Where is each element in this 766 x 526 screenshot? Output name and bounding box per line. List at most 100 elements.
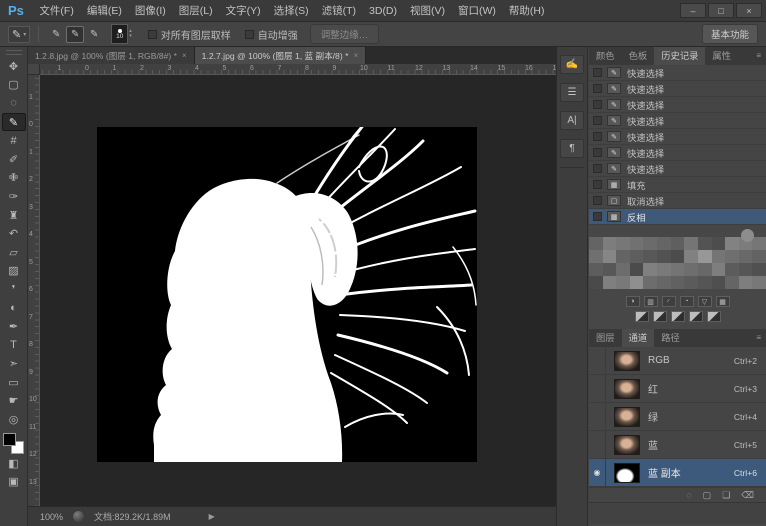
selection-mode-button[interactable]: ✎ — [85, 26, 103, 43]
quick-mask-button[interactable]: ◧ — [2, 454, 26, 473]
adjustment-icon[interactable]: ◜ — [662, 296, 676, 307]
history-state-row[interactable]: ✎ 快速选择 — [589, 129, 766, 145]
workspace-switcher-button[interactable]: 基本功能 — [702, 24, 758, 44]
selection-mode-button[interactable]: ✎ — [66, 26, 84, 43]
option-checkbox[interactable]: 自动增强 — [245, 27, 298, 42]
adjustment-icon[interactable]: ◑ — [626, 296, 640, 307]
history-state-row[interactable]: ✎ 快速选择 — [589, 161, 766, 177]
close-icon[interactable]: × — [182, 51, 187, 60]
tool-button[interactable]: ✒ — [2, 317, 26, 336]
adjustment-icon[interactable]: ▽ — [698, 296, 712, 307]
dock-panel-icon[interactable]: A| — [560, 111, 584, 130]
close-button[interactable]: × — [736, 3, 762, 18]
menu-item[interactable]: 窗口(W) — [452, 0, 503, 22]
tool-button[interactable]: ➣ — [2, 355, 26, 374]
history-state-row[interactable]: ✎ 快速选择 — [589, 97, 766, 113]
refine-edge-button[interactable]: 调整边缘… — [310, 24, 380, 44]
channel-footer-button[interactable]: ⌫ — [741, 490, 754, 501]
document-image-mask[interactable] — [97, 127, 477, 462]
menu-item[interactable]: 文件(F) — [33, 0, 80, 22]
tool-button[interactable]: ♜ — [2, 206, 26, 225]
tool-button[interactable]: ◐ — [2, 299, 26, 318]
status-sphere-icon[interactable] — [73, 511, 84, 522]
channel-row[interactable]: ◉ RGB Ctrl+2 — [589, 347, 766, 375]
channel-row[interactable]: ◉ 绿 Ctrl+4 — [589, 403, 766, 431]
history-state-row[interactable]: ▦ 填充 — [589, 177, 766, 193]
history-source-checkbox[interactable] — [593, 148, 602, 157]
brush-size-picker[interactable]: 10 ▴ ▾ — [111, 24, 132, 44]
history-state-row[interactable]: ▢ 取消选择 — [589, 193, 766, 209]
tool-button[interactable]: ✑ — [2, 187, 26, 206]
visibility-toggle[interactable]: ◉ — [589, 375, 606, 402]
menu-item[interactable]: 图像(I) — [128, 0, 172, 22]
toolbar-grip[interactable] — [6, 50, 22, 55]
tool-preset-dropdown[interactable]: ✎ ▾ — [8, 26, 30, 43]
history-source-checkbox[interactable] — [593, 212, 602, 221]
selection-mode-button[interactable]: ✎ — [47, 26, 65, 43]
visibility-toggle[interactable]: ◉ — [589, 431, 606, 458]
channel-footer-button[interactable]: ◌ — [686, 490, 691, 500]
panel-tab[interactable]: 属性 — [705, 47, 738, 65]
canvas-area[interactable] — [40, 75, 556, 506]
channel-footer-button[interactable]: ▢ — [703, 490, 712, 501]
visibility-toggle[interactable]: ◉ — [589, 403, 606, 430]
tool-button[interactable]: ✐ — [2, 150, 26, 169]
history-source-checkbox[interactable] — [593, 84, 602, 93]
screen-mode-button[interactable]: ▣ — [2, 472, 26, 491]
adjustment-preset-icon[interactable] — [635, 311, 649, 322]
dock-panel-icon[interactable]: ✍ — [560, 55, 584, 74]
document-tab[interactable]: 1.2.8.jpg @ 100% (图层 1, RGB/8#) * × — [28, 47, 195, 64]
history-state-row[interactable]: ▩ 反相 — [589, 209, 766, 225]
status-menu-arrow-icon[interactable]: ▶ — [209, 512, 215, 521]
menu-item[interactable]: 文字(Y) — [219, 0, 267, 22]
history-source-checkbox[interactable] — [593, 100, 602, 109]
tool-button[interactable]: ✙ — [2, 169, 26, 188]
visibility-toggle[interactable]: ◉ — [589, 347, 606, 374]
tool-button[interactable]: ❜ — [2, 280, 26, 299]
history-state-row[interactable]: ✎ 快速选择 — [589, 145, 766, 161]
option-checkbox[interactable]: 对所有图层取样 — [148, 27, 231, 42]
visibility-toggle[interactable]: ◉ — [589, 459, 606, 486]
close-icon[interactable]: × — [353, 51, 358, 60]
document-tab[interactable]: 1.2.7.jpg @ 100% (图层 1, 蓝 副本/8) * × — [195, 47, 366, 64]
tool-button[interactable]: ▢ — [2, 76, 26, 95]
maximize-button[interactable]: □ — [708, 3, 734, 18]
menu-item[interactable]: 图层(L) — [172, 0, 219, 22]
panel-tab[interactable]: 图层 — [589, 329, 622, 347]
tool-button[interactable]: T — [2, 336, 26, 355]
dock-panel-icon[interactable]: ☰ — [560, 83, 584, 102]
menu-item[interactable]: 视图(V) — [404, 0, 452, 22]
tool-button[interactable]: ◎ — [2, 410, 26, 429]
menu-item[interactable]: 编辑(E) — [80, 0, 128, 22]
menu-item[interactable]: 滤镜(T) — [315, 0, 362, 22]
tool-button[interactable]: ◌ — [2, 94, 26, 113]
adjustment-preset-icon[interactable] — [671, 311, 685, 322]
menu-item[interactable]: 选择(S) — [267, 0, 315, 22]
channel-row[interactable]: ◉ 红 Ctrl+3 — [589, 375, 766, 403]
history-state-row[interactable]: ✎ 快速选择 — [589, 113, 766, 129]
menu-item[interactable]: 3D(D) — [363, 0, 404, 22]
adjustment-icon[interactable]: ▥ — [644, 296, 658, 307]
history-source-checkbox[interactable] — [593, 196, 602, 205]
tool-button[interactable]: ▨ — [2, 262, 26, 281]
tool-button[interactable]: ✥ — [2, 57, 26, 76]
tool-button[interactable]: ▭ — [2, 373, 26, 392]
brush-size-spinner[interactable]: ▴ ▾ — [129, 29, 132, 39]
channel-row[interactable]: ◉ 蓝 Ctrl+5 — [589, 431, 766, 459]
panel-menu-icon[interactable]: ≡ — [756, 47, 766, 65]
foreground-color-swatch[interactable] — [3, 433, 16, 446]
zoom-level-field[interactable]: 100% — [40, 512, 63, 522]
history-source-checkbox[interactable] — [593, 116, 602, 125]
panel-tab[interactable]: 颜色 — [589, 47, 622, 65]
panel-tab[interactable]: 历史记录 — [654, 47, 705, 65]
document-size-info[interactable]: 文档:829.2K/1.89M — [94, 510, 171, 523]
menu-item[interactable]: 帮助(H) — [502, 0, 551, 22]
tool-button[interactable]: # — [2, 131, 26, 150]
tool-button[interactable]: ▱ — [2, 243, 26, 262]
channel-footer-button[interactable]: ❏ — [722, 490, 730, 501]
history-source-checkbox[interactable] — [593, 68, 602, 77]
history-state-row[interactable]: ✎ 快速选择 — [589, 81, 766, 97]
history-source-checkbox[interactable] — [593, 180, 602, 189]
history-state-row[interactable]: ✎ 快速选择 — [589, 65, 766, 81]
channel-row[interactable]: ◉ 蓝 副本 Ctrl+6 — [589, 459, 766, 487]
